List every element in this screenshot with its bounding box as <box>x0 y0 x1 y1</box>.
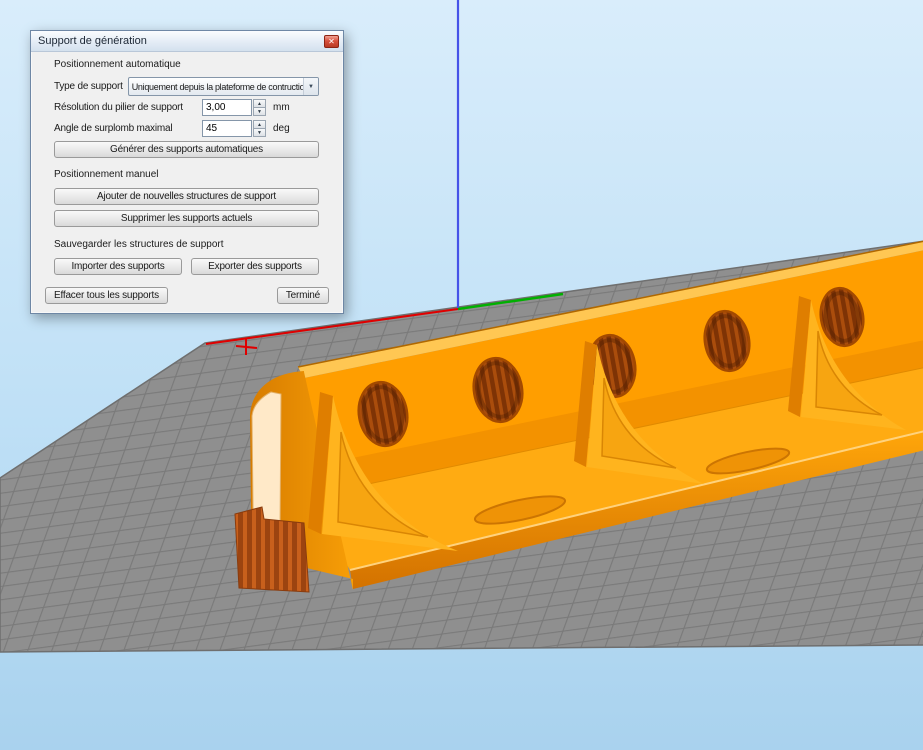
angle-unit-label: deg <box>273 123 290 134</box>
done-button[interactable]: Terminé <box>276 287 329 304</box>
dialog-title: Support de génération <box>38 35 147 47</box>
auto-section-heading: Positionnement automatique <box>54 59 181 70</box>
application-window: Support de génération ✕ Positionnement a… <box>0 0 923 750</box>
add-supports-button[interactable]: Ajouter de nouvelles structures de suppo… <box>54 188 319 205</box>
spin-up-icon: ▲ <box>257 121 262 128</box>
overhang-angle-row: Angle de surplomb maximal ▲ ▼ deg <box>54 120 319 137</box>
dialog-content: Positionnement automatique Type de suppo… <box>31 52 343 275</box>
support-type-row: Type de support Uniquement depuis la pla… <box>54 77 319 96</box>
angle-spin-down-button[interactable]: ▼ <box>253 128 266 137</box>
save-section-heading: Sauvegarder les structures de support <box>54 239 224 250</box>
overhang-angle-label: Angle de surplomb maximal <box>54 123 173 134</box>
overhang-angle-input[interactable] <box>202 120 252 137</box>
support-type-label: Type de support <box>54 81 123 92</box>
chevron-down-icon: ▼ <box>303 78 318 95</box>
pillar-resolution-input[interactable] <box>202 99 252 116</box>
spin-up-icon: ▲ <box>257 100 262 107</box>
manual-section-heading: Positionnement manuel <box>54 169 159 180</box>
support-type-value: Uniquement depuis la plateforme de contr… <box>131 81 303 92</box>
close-icon: ✕ <box>328 36 335 46</box>
pillar-resolution-row: Résolution du pilier de support ▲ ▼ mm <box>54 99 319 116</box>
import-supports-button[interactable]: Importer des supports <box>54 258 182 275</box>
spin-down-icon: ▼ <box>257 129 262 136</box>
dialog-footer: Effacer tous les supports Terminé <box>31 275 343 313</box>
remove-supports-button[interactable]: Supprimer les supports actuels <box>54 210 319 227</box>
close-button[interactable]: ✕ <box>324 34 339 48</box>
pillar-resolution-label: Résolution du pilier de support <box>54 102 183 113</box>
support-type-select[interactable]: Uniquement depuis la plateforme de contr… <box>127 77 319 96</box>
generate-supports-button[interactable]: Générer des supports automatiques <box>54 141 319 158</box>
export-supports-button[interactable]: Exporter des supports <box>191 258 319 275</box>
support-generation-dialog: Support de génération ✕ Positionnement a… <box>30 30 344 314</box>
spin-down-icon: ▼ <box>257 108 262 115</box>
clear-all-supports-button[interactable]: Effacer tous les supports <box>45 287 168 304</box>
resolution-unit-label: mm <box>273 102 290 113</box>
import-export-row: Importer des supports Exporter des suppo… <box>54 258 319 275</box>
pillar-resolution-spinner: ▲ ▼ <box>253 99 266 116</box>
resolution-spin-down-button[interactable]: ▼ <box>253 107 266 116</box>
overhang-angle-spinner: ▲ ▼ <box>253 120 266 137</box>
dialog-titlebar[interactable]: Support de génération ✕ <box>31 31 343 52</box>
